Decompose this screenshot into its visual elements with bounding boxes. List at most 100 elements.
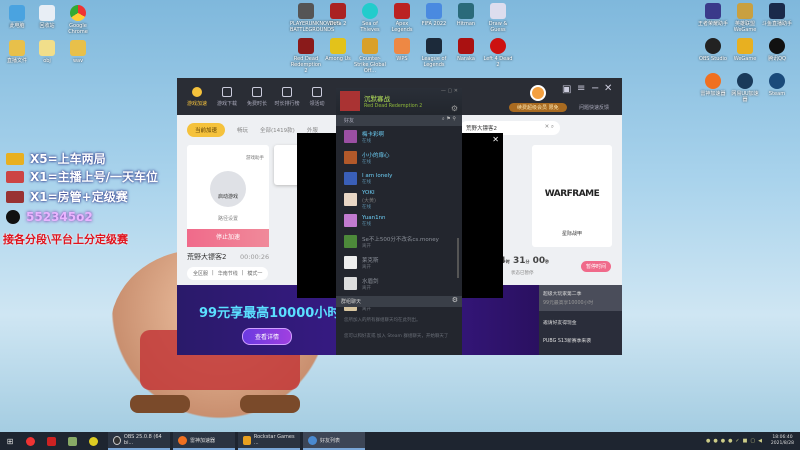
friend-item[interactable]: 梅卡彩啊 在线 [336,126,462,147]
desktop-icon[interactable]: 腾讯QQ [761,38,793,62]
clock[interactable]: 18:06:40 2021/8/28 [771,435,794,447]
tab-all[interactable]: 全部(1419款) [260,126,295,134]
desktop-icon[interactable]: FIFA 2022 [418,3,450,27]
pause-time-button[interactable]: 暂停时间 [581,261,612,272]
avatar [344,235,357,248]
nav-accelerate[interactable]: 游戏加速 [183,86,211,107]
desktop-icon[interactable]: Apex Legends [386,3,418,33]
stop-accel-button[interactable]: 停止加速 [187,229,269,247]
desktop-icon[interactable]: wav [62,40,94,64]
desktop-icon[interactable]: 王者荣耀助手 [697,3,729,27]
desktop-icon[interactable]: 网易UU加速器 [729,73,761,103]
overlay-footer: 接各分段\平台上分定级赛 [3,233,129,246]
desktop-icon[interactable]: Left 4 Dead 2 [482,38,514,68]
settings-icon[interactable]: ⚙ [451,104,458,113]
menu-icon[interactable]: ≡ [577,83,585,94]
minimize-icon[interactable]: − [591,83,599,94]
close-icon[interactable]: ✕ [604,83,612,94]
system-tray-icons[interactable]: ●●●●✓■▢◀ [706,438,765,444]
desktop-icon[interactable]: Counter-Strike Global Off... [354,38,386,74]
scrollbar[interactable] [457,238,459,278]
nav-download[interactable]: 游戏下载 [213,86,241,107]
desktop-icon[interactable]: WPS [386,38,418,62]
taskbar-app-steam-friends[interactable]: 好友列表 [303,432,365,450]
friend-item[interactable]: Se不上500分不改名cs.money 离开 [336,231,462,252]
avatar [344,130,357,143]
steam-profile-header: 沉默寡战 Red Dead Redemption 2 ⚙ — ▢ ✕ [336,88,462,115]
assistant-badge[interactable]: 游戏助手 [246,155,264,161]
taskbar-app-obs[interactable]: OBS 25.0.8 (64 bi... [108,432,170,450]
region-selector[interactable]: 全区服 | 华南节线 | 模式一 [187,267,269,280]
desktop-icon[interactable]: Steam [761,73,793,97]
view-details-button[interactable]: 查看详情 [242,328,293,345]
steam-friends-window: 沉默寡战 Red Dead Redemption 2 ⚙ — ▢ ✕ 好友 ⌕ ⚑… [336,88,462,355]
path-settings-link[interactable]: 路径设置 [187,215,269,222]
desktop-icon[interactable]: OBS Studio [697,38,729,62]
desktop-icon[interactable]: Sea of Thieves [354,3,386,33]
launch-game-button[interactable]: 启动游戏 [210,171,246,207]
desktop-icon[interactable]: 直播文件 [1,40,33,64]
wallpaper-sandal [130,395,190,413]
friend-item[interactable]: I am lonely 在线 [336,168,462,189]
group-chat-header[interactable]: 群组聊天 ⚙ [336,296,462,307]
friends-list: 梅卡彩啊 在线 小小的扉心 在线 I am lonely 在线 YOKI (大黄) 在线 Yuan… [336,126,462,315]
tab-current[interactable]: 当前加速 [187,123,226,137]
desktop-icon[interactable]: obj [31,40,63,64]
search-icon[interactable]: ✕ ⌕ [545,124,554,131]
desktop-icon[interactable]: 英雄联盟WeGame [729,3,761,33]
start-icon[interactable]: ⊞ [0,437,20,446]
app-icon[interactable] [47,436,56,446]
app-icon[interactable] [89,436,98,446]
nav-activity[interactable]: 领活动 [303,86,331,107]
app-icon[interactable] [68,436,77,446]
friend-item[interactable]: 水眉剑 离开 [336,273,462,294]
taskbar: ⊞ OBS 25.0.8 (64 bi... 雷神加速器 Rockstar Ga… [0,432,800,450]
search-icon[interactable]: ⌕ ⚑ ⚲ [442,116,456,122]
vip-button[interactable]: 续费超级会员 限免 [509,103,567,112]
side-news-list: 超级大玩家第二季 99元最高享10000小时 邀请好友得现金 PUBG S13新赛… [539,285,622,355]
close-icon[interactable]: ✕ [492,135,499,144]
taskbar-app-rockstar[interactable]: Rockstar Games ... [238,432,300,450]
desktop-icon[interactable]: PLAYERUNKNOWN'S BATTLEGROUNDS [290,3,340,33]
accel-card: 游戏助手 启动游戏 路径设置 停止加速 [187,145,269,247]
desktop-icon[interactable]: League of Legends [418,38,450,68]
avatar[interactable] [340,91,360,111]
nav-ranking[interactable]: 时长排行榜 [273,86,301,107]
desktop-icon[interactable]: 雷神加速器 [697,73,729,97]
tab-play[interactable]: 畅玩 [237,126,248,134]
chrome-icon[interactable] [26,436,35,446]
qq-icon [6,210,20,224]
desktop-icon[interactable]: 斗鱼直播助手 [761,3,793,27]
settings-icon[interactable]: ⚙ [452,296,458,304]
nav-free-time[interactable]: 免费时长 [243,86,271,107]
support-link[interactable]: 问题快速反馈 [579,104,609,111]
message-icon[interactable]: ▣ [562,84,571,95]
taskbar-app-leishen[interactable]: 雷神加速器 [173,432,235,450]
friend-item[interactable]: 小小的扉心 在线 [336,147,462,168]
friend-item[interactable]: Yuan1nn 在线 [336,210,462,231]
warframe-card[interactable]: WARFRAME 星际战甲 [532,145,612,247]
desktop-icon[interactable]: Draw & Guess [482,3,514,33]
wallpaper-sandal [240,395,300,413]
desktop-icon[interactable]: 回收站 [31,5,63,29]
desktop-icon[interactable]: Naraka [450,38,482,62]
desktop-icon[interactable]: Red Dead Redemption 2 [290,38,322,74]
steam-username[interactable]: 沉默寡战 [364,93,390,103]
avatar[interactable] [530,85,546,101]
desktop-icon[interactable]: 此电脑 [1,5,33,29]
news-item[interactable]: 邀请好友得现金 [539,311,622,326]
steam-game: Red Dead Redemption 2 [364,104,423,109]
news-item[interactable]: PUBG S13新赛季来袭 [539,326,622,344]
desktop-icon[interactable]: Google Chrome [62,5,94,35]
news-item[interactable]: 超级大玩家第二季 99元最高享10000小时 [539,285,622,311]
friend-item[interactable]: YOKI (大黄) 在线 [336,189,462,210]
avatar [344,256,357,269]
plane-icon [6,170,24,183]
window-controls[interactable]: — ▢ ✕ [441,88,458,94]
desktop-icon[interactable]: Among Us [322,38,354,62]
desktop-icon[interactable]: Hitman [450,3,482,27]
friend-item[interactable]: 莱克斯 离开 [336,252,462,273]
avatar [344,151,357,164]
desktop-icon[interactable]: Dota 2 [322,3,354,27]
desktop-icon[interactable]: WeGame [729,38,761,62]
